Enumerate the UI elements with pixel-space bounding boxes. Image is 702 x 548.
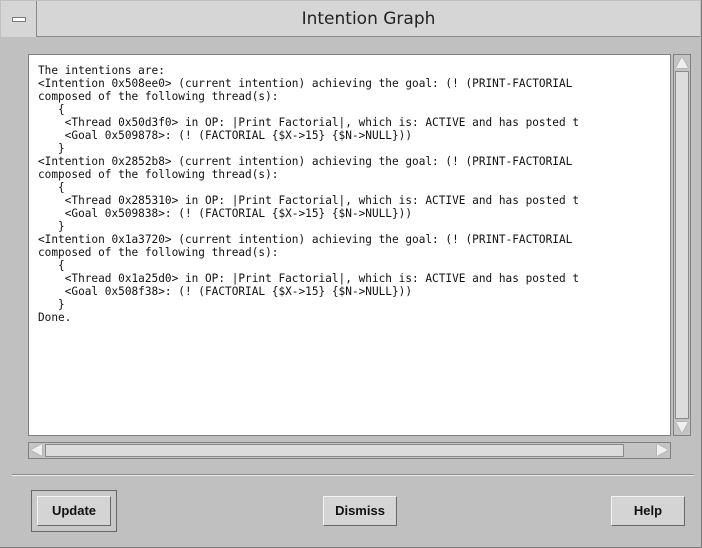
horizontal-scrollbar[interactable] [28, 442, 671, 459]
text-line: } [38, 220, 65, 233]
scroll-down-arrow-icon[interactable] [676, 422, 688, 433]
button-separator [12, 474, 694, 476]
dismiss-button[interactable]: Dismiss [323, 496, 397, 526]
text-line: { [38, 259, 65, 272]
vertical-scrollbar[interactable] [673, 54, 691, 436]
text-line: composed of the following thread(s): [38, 246, 279, 259]
text-line: { [38, 181, 65, 194]
text-line: <Thread 0x50d3f0> in OP: |Print Factoria… [38, 116, 579, 129]
scroll-left-arrow-icon[interactable] [31, 444, 42, 456]
window-title: Intention Graph [301, 9, 436, 29]
text-line: <Goal 0x508f38>: (! (FACTORIAL {$X->15} … [38, 285, 413, 298]
text-line: <Intention 0x508ee0> (current intention)… [38, 77, 573, 90]
text-line: <Thread 0x285310> in OP: |Print Factoria… [38, 194, 579, 207]
intentions-text: The intentions are: <Intention 0x508ee0> … [38, 64, 666, 324]
text-line: <Intention 0x1a3720> (current intention)… [38, 233, 573, 246]
window-menu-button[interactable] [1, 1, 37, 37]
help-button[interactable]: Help [611, 496, 685, 526]
text-line: <Thread 0x1a25d0> in OP: |Print Factoria… [38, 272, 579, 285]
vertical-scroll-thumb[interactable] [675, 71, 689, 419]
text-line: The intentions are: [38, 64, 165, 77]
text-line: <Goal 0x509838>: (! (FACTORIAL {$X->15} … [38, 207, 413, 220]
text-line: } [38, 142, 65, 155]
title-bar[interactable]: Intention Graph [1, 1, 700, 37]
intention-graph-window: Intention Graph The intentions are: <Inte… [0, 0, 702, 548]
window-menu-icon [12, 17, 26, 22]
scroll-right-arrow-icon[interactable] [657, 444, 668, 456]
text-line: Done. [38, 311, 72, 324]
text-line: composed of the following thread(s): [38, 90, 279, 103]
text-line: <Goal 0x509878>: (! (FACTORIAL {$X->15} … [38, 129, 413, 142]
update-button[interactable]: Update [37, 496, 111, 526]
intentions-text-area[interactable]: The intentions are: <Intention 0x508ee0> … [28, 54, 671, 436]
text-line: <Intention 0x2852b8> (current intention)… [38, 155, 573, 168]
scroll-up-arrow-icon[interactable] [676, 57, 688, 68]
text-line: } [38, 298, 65, 311]
horizontal-scroll-thumb[interactable] [45, 444, 624, 457]
text-line: { [38, 103, 65, 116]
text-line: composed of the following thread(s): [38, 168, 279, 181]
